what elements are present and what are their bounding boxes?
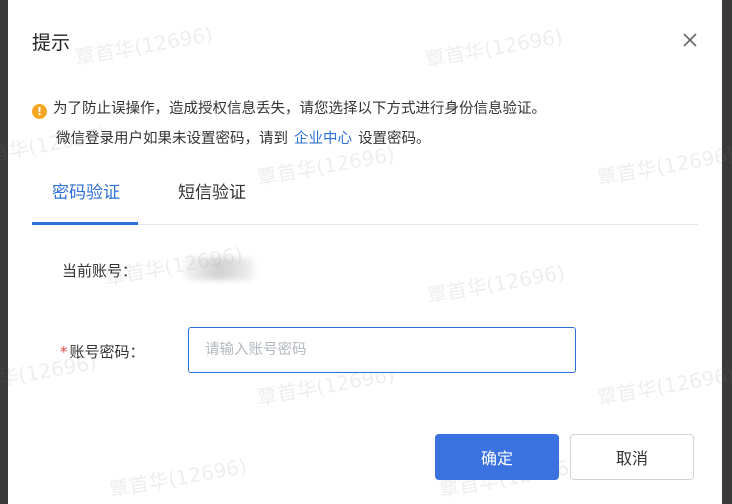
dialog-title: 提示 (32, 32, 71, 54)
verification-dialog: 覃首华(12696) 覃首华(12696) 覃首华(12696) 覃首华(126… (0, 0, 732, 504)
screen-backdrop: 覃首华(12696) 覃首华(12696) 覃首华(12696) 覃首华(126… (0, 0, 732, 504)
tab-password-verification[interactable]: 密码验证 (32, 178, 138, 225)
required-mark: * (60, 343, 68, 361)
verification-notice: ! 为了防止误操作，造成授权信息丢失，请您选择以下方式进行身份信息验证。 微信登录… (32, 94, 546, 154)
warning-icon: ! (32, 104, 47, 119)
tab-sms-verification[interactable]: 短信验证 (178, 178, 246, 222)
password-input[interactable] (188, 327, 576, 373)
password-label-text: 账号密码： (69, 343, 145, 361)
watermark: 覃首华(12696) (73, 22, 215, 70)
current-account-label: 当前账号： (62, 262, 138, 280)
notice-text-1: 为了防止误操作，造成授权信息丢失，请您选择以下方式进行身份信息验证。 (53, 101, 546, 117)
confirm-button[interactable]: 确定 (435, 434, 559, 480)
watermark: 覃首华(12696) (423, 24, 565, 72)
close-button[interactable] (680, 30, 700, 50)
watermark: 覃首华(12696) (107, 454, 249, 502)
password-label: * 账号密码： (60, 341, 145, 362)
notice-line-2: 微信登录用户如果未设置密码，请到 企业中心 设置密码。 (32, 124, 546, 154)
watermark: 覃首华(12696) (425, 260, 567, 308)
notice-text-2-prefix: 微信登录用户如果未设置密码，请到 (56, 131, 288, 147)
notice-line-1: ! 为了防止误操作，造成授权信息丢失，请您选择以下方式进行身份信息验证。 (32, 94, 546, 124)
watermark: 覃首华(12696) (595, 362, 732, 410)
current-account-value-redacted (184, 258, 254, 280)
verification-tabs: 密码验证 短信验证 (32, 178, 698, 225)
close-icon (683, 33, 697, 47)
cancel-button[interactable]: 取消 (570, 434, 694, 480)
notice-text-2-suffix: 设置密码。 (358, 131, 431, 147)
enterprise-center-link[interactable]: 企业中心 (294, 131, 352, 147)
